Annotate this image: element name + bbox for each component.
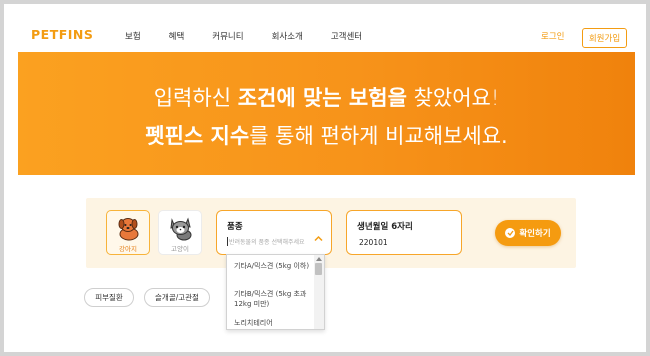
dropdown-option[interactable]: 기타B/믹스견 (5kg 초과 12kg 미만) [234, 289, 314, 309]
scroll-thumb[interactable] [315, 263, 322, 275]
breed-dropdown-list[interactable]: 기타A/믹스견 (5kg 이하) 기타B/믹스견 (5kg 초과 12kg 미만… [226, 254, 325, 330]
pet-type-dog[interactable]: 강아지 [106, 210, 150, 255]
hero-text: 를 통해 편하게 비교해보세요. [249, 124, 508, 148]
breed-placeholder[interactable]: 반려동물의 품종 선택해주세요 [227, 237, 317, 246]
hero-text: 찾았어요! [406, 86, 500, 110]
scroll-up-arrow-icon[interactable] [316, 257, 322, 261]
chevron-up-icon[interactable] [314, 235, 323, 242]
tag-patella-hip[interactable]: 슬개골/고관절 [144, 288, 210, 307]
login-link[interactable]: 로그인 [541, 30, 564, 42]
hero-text-bold: 펫핀스 지수 [145, 124, 250, 148]
nav-item-community[interactable]: 커뮤니티 [212, 30, 243, 42]
pet-label-dog: 강아지 [119, 245, 137, 253]
hero-headline-2: 펫핀스 지수를 통해 편하게 비교해보세요. [18, 120, 635, 150]
nav-item-benefits[interactable]: 혜택 [169, 30, 185, 42]
pet-label-cat: 고양이 [171, 245, 189, 253]
pet-type-cat[interactable]: 고양이 [158, 210, 202, 255]
confirm-button-label: 확인하기 [519, 229, 551, 239]
cat-icon [170, 217, 192, 241]
hero-text-bold: 조건에 맞는 보험을 [237, 86, 407, 110]
signup-button[interactable]: 회원가입 [582, 28, 627, 48]
hero-text: 입력하신 [153, 86, 238, 110]
top-header: PETFINS 보험 혜택 커뮤니티 회사소개 고객센터 로그인 회원가입 [4, 4, 646, 52]
dropdown-option[interactable]: 노리치테리어 [234, 318, 314, 328]
birthdate-label: 생년월일 6자리 [357, 222, 413, 232]
nav-item-support[interactable]: 고객센터 [331, 30, 362, 42]
birthdate-input[interactable]: 220101 [359, 238, 388, 247]
nav-item-about[interactable]: 회사소개 [272, 30, 303, 42]
breed-select[interactable]: 품종 반려동물의 품종 선택해주세요 [216, 210, 332, 255]
petfins-logo[interactable]: PETFINS [31, 27, 93, 42]
birthdate-field[interactable]: 생년월일 6자리 220101 [346, 210, 462, 255]
check-icon [505, 228, 516, 238]
tag-skin-disease[interactable]: 피부질환 [84, 288, 134, 307]
nav-item-insurance[interactable]: 보험 [125, 30, 141, 42]
dropdown-option[interactable]: 기타A/믹스견 (5kg 이하) [234, 261, 314, 271]
breed-label: 품종 [227, 222, 243, 232]
confirm-button[interactable]: 확인하기 [495, 220, 561, 246]
main-nav: 보험 혜택 커뮤니티 회사소개 고객센터 [124, 30, 362, 42]
hero-headline-1: 입력하신 조건에 맞는 보험을 찾았어요! [18, 82, 635, 112]
dog-icon [118, 218, 139, 241]
hero-banner: 입력하신 조건에 맞는 보험을 찾았어요! 펫핀스 지수를 통해 편하게 비교해… [18, 52, 635, 175]
dropdown-scrollbar[interactable] [314, 255, 324, 329]
